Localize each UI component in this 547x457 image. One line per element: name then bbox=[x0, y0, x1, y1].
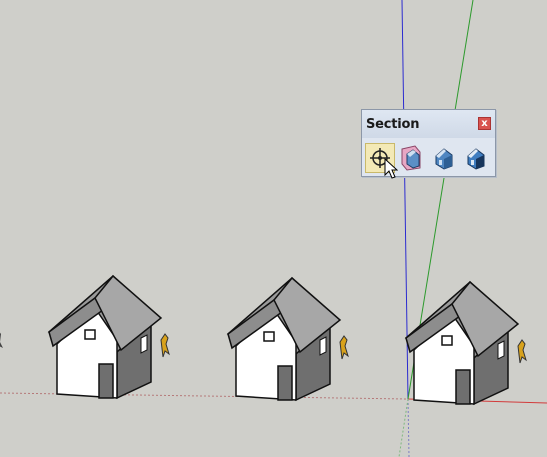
toolbar-buttons bbox=[365, 143, 493, 173]
display-section-cuts-button[interactable] bbox=[429, 143, 459, 173]
section-plane-button[interactable] bbox=[365, 143, 395, 173]
modeling-viewport[interactable] bbox=[0, 0, 547, 457]
toolbar-title: Section bbox=[366, 117, 420, 132]
display-section-planes-icon bbox=[401, 145, 421, 171]
display-section-cuts-icon bbox=[435, 148, 453, 170]
scene bbox=[0, 0, 547, 457]
close-button[interactable]: x bbox=[478, 117, 491, 130]
house-1[interactable] bbox=[48, 275, 170, 399]
house-2[interactable] bbox=[227, 277, 349, 401]
section-plane-icon bbox=[370, 148, 390, 168]
display-section-fill-icon bbox=[467, 148, 485, 170]
blue-axis-negative bbox=[407, 398, 410, 457]
display-section-planes-button[interactable] bbox=[397, 143, 427, 173]
section-toolbar[interactable]: Section x bbox=[361, 109, 496, 177]
display-section-fill-button[interactable] bbox=[461, 143, 491, 173]
toolbar-titlebar[interactable]: Section x bbox=[362, 110, 495, 138]
green-axis-negative bbox=[398, 398, 409, 457]
partial-figure bbox=[0, 332, 3, 348]
